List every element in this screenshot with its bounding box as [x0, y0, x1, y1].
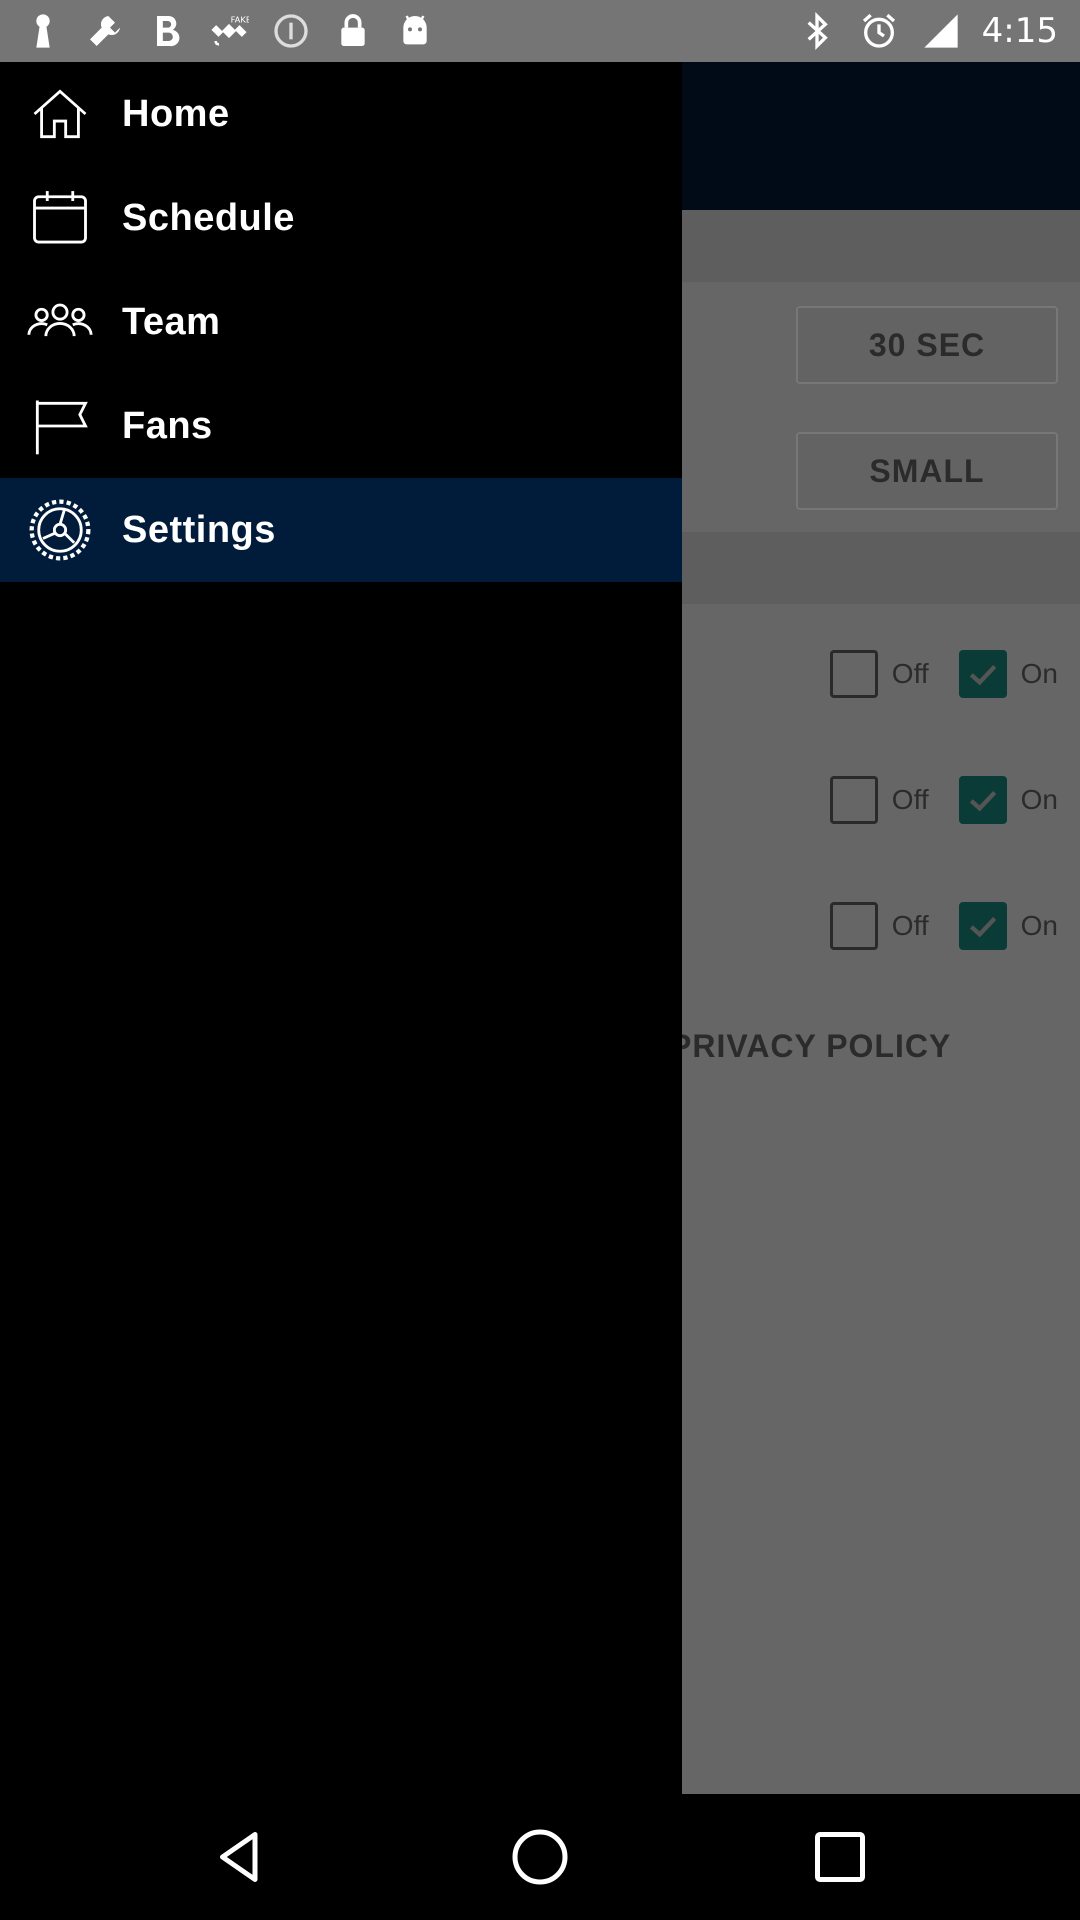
navigation-drawer: Home Schedule Team Fans Settings: [0, 62, 682, 1794]
back-triangle-icon: [220, 1832, 258, 1882]
recents-button[interactable]: [790, 1807, 890, 1907]
off-checkbox[interactable]: [829, 776, 878, 824]
bold-b-icon: [146, 10, 188, 52]
android-icon: [394, 10, 436, 52]
drawer-item-label: Team: [122, 300, 221, 343]
home-circle-icon: [512, 1829, 568, 1885]
status-bar: FAKE 4:15: [0, 0, 1080, 62]
svg-text:FAKE: FAKE: [231, 15, 249, 25]
calendar-icon: [26, 184, 94, 252]
system-navigation-bar: [0, 1794, 1080, 1920]
toggle-row: Off On: [829, 646, 1058, 702]
lock-icon: [332, 10, 374, 52]
drawer-item-label: Settings: [122, 508, 276, 551]
flag-icon: [26, 392, 94, 460]
keyhole-icon: [22, 10, 64, 52]
checkmark-icon: [969, 665, 996, 686]
on-checkbox[interactable]: [958, 902, 1007, 950]
on-label: On: [1020, 658, 1058, 689]
off-checkbox[interactable]: [829, 902, 878, 950]
on-checkbox[interactable]: [958, 776, 1007, 824]
drawer-item-settings[interactable]: Settings: [0, 478, 682, 582]
on-label: On: [1020, 910, 1058, 941]
settings-icon: [26, 496, 94, 564]
drawer-item-team[interactable]: Team: [0, 270, 682, 374]
alarm-icon: [858, 10, 900, 52]
off-label: Off: [891, 658, 929, 689]
info-circle-icon: [270, 10, 312, 52]
back-button[interactable]: [190, 1807, 290, 1907]
off-label: Off: [891, 784, 929, 815]
toggle-row: Off On: [829, 772, 1058, 828]
drawer-item-fans[interactable]: Fans: [0, 374, 682, 478]
status-right-icons: 4:15: [796, 10, 1058, 52]
drawer-item-label: Fans: [122, 404, 213, 447]
off-checkbox[interactable]: [829, 650, 878, 698]
toggle-row: Off On: [829, 898, 1058, 954]
fake-gps-satellite-icon: FAKE: [208, 10, 250, 52]
on-label: On: [1020, 784, 1058, 815]
team-icon: [26, 288, 94, 356]
size-button[interactable]: SMALL: [796, 432, 1058, 510]
checkmark-icon: [969, 917, 996, 938]
bluetooth-icon: [796, 10, 838, 52]
drawer-item-label: Schedule: [122, 196, 295, 239]
drawer-item-schedule[interactable]: Schedule: [0, 166, 682, 270]
status-left-icons: FAKE: [22, 10, 436, 52]
drawer-item-label: Home: [122, 92, 230, 135]
on-checkbox[interactable]: [958, 650, 1007, 698]
home-icon: [26, 80, 94, 148]
interval-button[interactable]: 30 SEC: [796, 306, 1058, 384]
home-button[interactable]: [490, 1807, 590, 1907]
signal-icon: [920, 10, 962, 52]
wrench-icon: [84, 10, 126, 52]
recents-square-icon: [815, 1832, 865, 1882]
drawer-item-home[interactable]: Home: [0, 62, 682, 166]
off-label: Off: [891, 910, 929, 941]
privacy-policy-link[interactable]: PRIVACY POLICY: [670, 1028, 951, 1065]
status-time: 4:15: [981, 11, 1058, 51]
checkmark-icon: [969, 791, 996, 812]
